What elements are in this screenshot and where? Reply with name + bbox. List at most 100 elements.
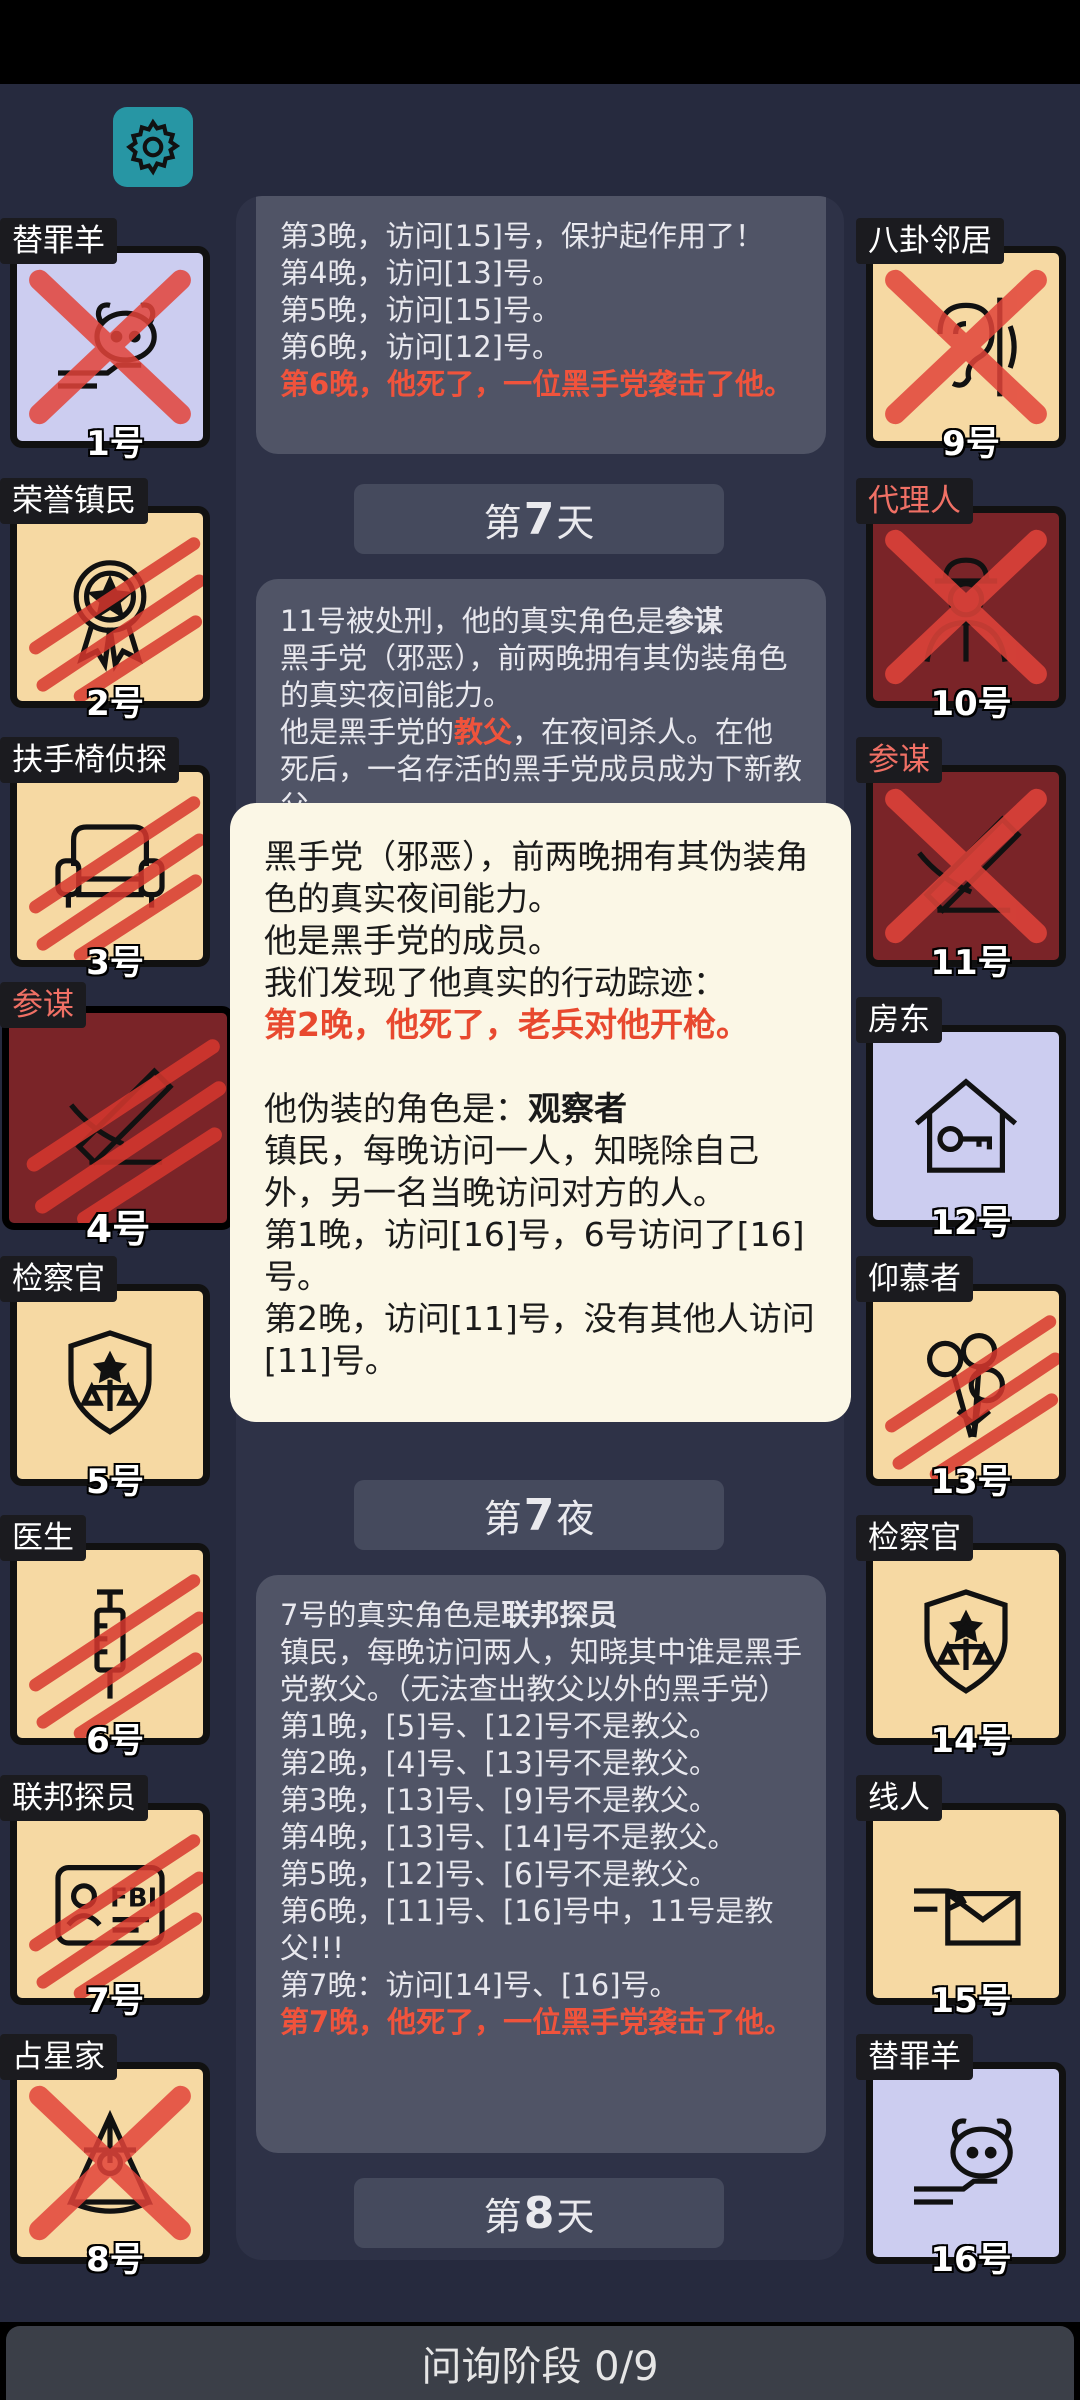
popup-death-line: 第2晚，他死了，老兵对他开枪。 <box>264 1005 749 1044</box>
claw-mark <box>26 1039 227 1223</box>
status-bar <box>0 0 1080 84</box>
player-12[interactable]: 房东 12号 <box>856 997 1066 1243</box>
bottom-bar: 问询阶段 0/9 <box>0 2322 1080 2400</box>
log-line: 第7晚：访问[14]号、[16]号。 <box>280 1968 679 2002</box>
player-number: 5号 <box>86 1462 144 1502</box>
player-number: 13号 <box>930 1462 1012 1502</box>
house-key-icon <box>914 1078 1018 1173</box>
log-line: 第1晚，[5]号、[12]号不是教父。 <box>280 1709 719 1743</box>
popup-text: 他伪装的角色是： <box>264 1089 528 1128</box>
player-number: 9号 <box>942 424 1000 464</box>
player-7[interactable]: FBI 联邦探员 7号 <box>0 1775 210 2021</box>
role-label: 联邦探员 <box>0 1775 148 1821</box>
night-prefix: 第 <box>483 1496 522 1541</box>
player-3[interactable]: 扶手椅侦探 3号 <box>0 737 210 983</box>
role-label: 检察官 <box>0 1256 117 1302</box>
phase-indicator: 问询阶段 0/9 <box>6 2326 1074 2400</box>
role-label: 参谋 <box>0 982 86 1028</box>
player-number: 12号 <box>930 1203 1012 1243</box>
player-number: 6号 <box>86 1721 144 1761</box>
disguise-role: 观察者 <box>528 1089 627 1128</box>
player-10[interactable]: 代理人 10号 <box>856 478 1066 724</box>
day-number: 8 <box>523 2187 555 2239</box>
role-label: 代理人 <box>856 478 973 524</box>
player-number: 16号 <box>930 2240 1012 2280</box>
day-prefix: 第 <box>483 500 522 545</box>
popup-line: 我们发现了他真实的行动踪迹： <box>264 963 726 1002</box>
player-11[interactable]: 参谋 11号 <box>856 737 1066 983</box>
player-number: 15号 <box>930 1981 1012 2021</box>
role-tile <box>2 1006 234 1230</box>
night-suffix: 夜 <box>556 1496 595 1541</box>
popup-line: 黑手党（邪恶），前两晚拥有其伪装角色的真实夜间能力。 <box>264 837 809 918</box>
player-4-selected[interactable]: 参谋 4号 <box>0 982 240 1251</box>
log-line: 第3晚，[13]号、[9]号不是教父。 <box>280 1783 719 1817</box>
player-1[interactable]: 替罪羊 1号 <box>0 218 210 464</box>
log-line: 第5晚，[12]号、[6]号不是教父。 <box>280 1857 719 1891</box>
popup-line: 第1晚，访问[16]号，6号访问了[16]号。 <box>264 1215 805 1296</box>
claw-mark <box>885 1315 1059 1479</box>
role-label: 扶手椅侦探 <box>0 737 179 783</box>
log-line: 第2晚，[4]号、[13]号不是教父。 <box>280 1746 719 1780</box>
log-line: 第5晚，访问[15]号。 <box>280 293 561 327</box>
player-9[interactable]: 八卦邻居 9号 <box>856 218 1066 464</box>
role-name: 联邦探员 <box>501 1598 618 1632</box>
role-name: 参谋 <box>664 604 723 638</box>
player-2[interactable]: 荣誉镇民 2号 <box>0 478 210 724</box>
role-name: 教父 <box>454 715 513 749</box>
death-line: 第6晚，他死了，一位黑手党袭击了他。 <box>280 367 794 401</box>
day-header: 第8天 <box>354 2178 724 2248</box>
day-suffix: 天 <box>556 500 595 545</box>
role-label: 房东 <box>856 997 942 1043</box>
player-13[interactable]: 仰慕者 13号 <box>856 1256 1066 1502</box>
player-6[interactable]: 医生 6号 <box>0 1515 210 1761</box>
player-number: 14号 <box>930 1721 1012 1761</box>
claw-mark <box>29 1834 203 1998</box>
role-label: 检察官 <box>856 1515 973 1561</box>
log-text: 11号被处刑，他的真实角色是 <box>280 604 665 638</box>
role-label: 荣誉镇民 <box>0 478 148 524</box>
player-number: 3号 <box>86 943 144 983</box>
log-text: 7号的真实角色是 <box>280 1598 502 1632</box>
player-15[interactable]: 线人 15号 <box>856 1775 1066 2021</box>
popup-line: 第2晚，访问[11]号，没有其他人访问[11]号。 <box>264 1299 815 1380</box>
player-14[interactable]: 检察官 14号 <box>856 1515 1066 1761</box>
player-number: 4号 <box>85 1207 151 1251</box>
day-header: 第7天 <box>354 484 724 554</box>
role-label: 线人 <box>856 1775 942 1821</box>
popup-line: 他是黑手党的成员。 <box>264 921 561 960</box>
player-number: 10号 <box>930 684 1012 724</box>
log-line: 第6晚，访问[12]号。 <box>280 330 561 364</box>
day-suffix: 天 <box>556 2194 595 2239</box>
player-5[interactable]: 检察官 5号 <box>0 1256 210 1502</box>
dead-x-mark <box>29 2085 191 2241</box>
player-16[interactable]: 替罪羊 16号 <box>856 2034 1066 2280</box>
role-label: 仰慕者 <box>856 1256 973 1302</box>
dead-x-mark <box>885 788 1047 944</box>
role-label: 替罪羊 <box>0 218 117 264</box>
role-label: 八卦邻居 <box>856 218 1004 264</box>
night-number: 7 <box>523 1489 555 1541</box>
log-line: 镇民，每晚访问两人，知晓其中谁是黑手党教父。（无法查出教父以外的黑手党） <box>280 1635 803 1706</box>
log-line: 第4晚，[13]号、[14]号不是教父。 <box>280 1820 737 1854</box>
dead-x-mark <box>885 269 1047 425</box>
role-detail-popup[interactable]: 黑手党（邪恶），前两晚拥有其伪装角色的真实夜间能力。 他是黑手党的成员。 我们发… <box>230 803 851 1422</box>
claw-mark <box>29 537 203 701</box>
night-header: 第7夜 <box>354 1480 724 1550</box>
player-number: 2号 <box>86 684 144 724</box>
death-line: 第7晚，他死了，一位黑手党袭击了他。 <box>280 2005 794 2039</box>
justice-badge-icon <box>924 1589 1008 1694</box>
gear-icon <box>126 118 181 176</box>
log-card-player-death: 第3晚，访问[15]号，保护起作用了！ 第4晚，访问[13]号。 第5晚，访问[… <box>256 196 826 454</box>
log-line: 第3晚，访问[15]号，保护起作用了！ <box>280 219 764 253</box>
day-number: 7 <box>523 493 555 545</box>
player-8[interactable]: 占星家 8号 <box>0 2034 210 2280</box>
dead-x-mark <box>29 269 191 425</box>
player-number: 8号 <box>86 2240 144 2280</box>
log-line: 第6晚，[11]号、[16]号中，11号是教父!!! <box>280 1894 774 1965</box>
settings-button[interactable] <box>113 107 193 187</box>
role-label: 占星家 <box>0 2034 117 2080</box>
role-label: 医生 <box>0 1515 86 1561</box>
player-number: 7号 <box>86 1981 144 2021</box>
